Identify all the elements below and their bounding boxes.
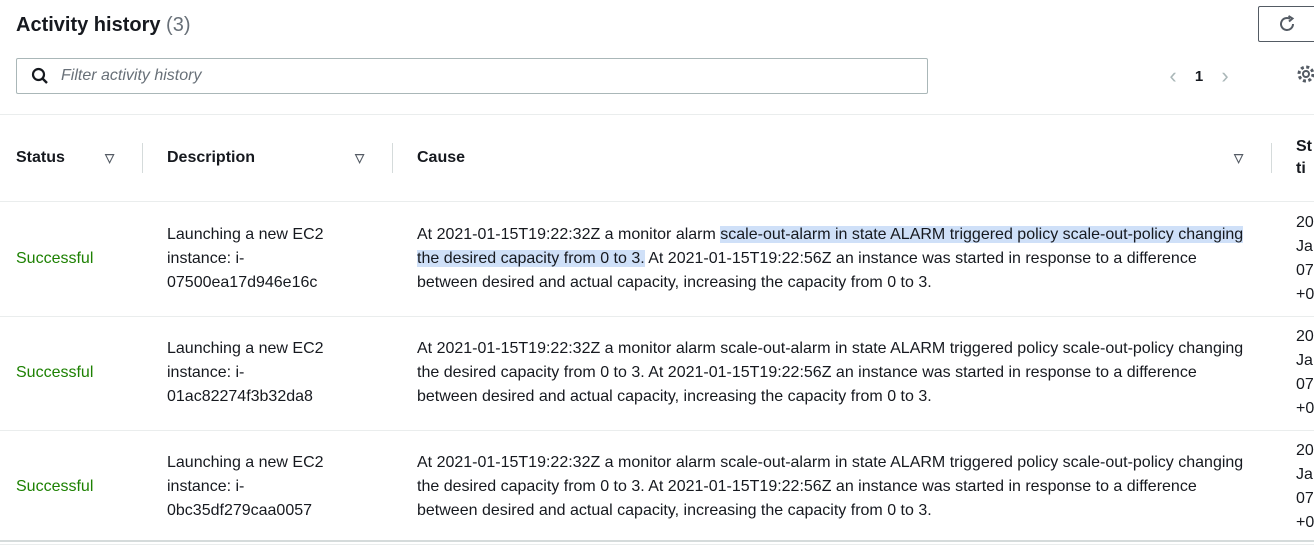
start-time-line: Ja <box>1296 352 1313 369</box>
gear-icon <box>1297 65 1314 83</box>
column-header-start-time[interactable]: St ti <box>1296 115 1314 201</box>
title-count: (3) <box>166 14 191 36</box>
start-time-line: Ja <box>1296 238 1313 255</box>
sort-down-icon[interactable]: ▽ <box>355 151 364 165</box>
column-label: Description <box>167 149 256 166</box>
start-time-line: 07 <box>1296 262 1314 279</box>
cause-text-part: At 2021-01-15T19:22:32Z a monitor alarm … <box>417 340 1244 405</box>
description-text: Launching a new EC2 instance: i-0bc35df2… <box>167 454 324 519</box>
column-label: Cause <box>417 149 466 166</box>
cause-text: At 2021-01-15T19:22:32Z a monitor alarm … <box>417 337 1247 409</box>
start-time-line: 07 <box>1296 376 1314 393</box>
start-time-line: +0 <box>1296 400 1314 417</box>
prev-page-icon[interactable]: ‹ <box>1160 63 1186 89</box>
pagination: ‹ 1 › <box>1160 62 1238 90</box>
column-header-description[interactable]: Description ▽ <box>167 115 364 201</box>
table-row[interactable]: Successful Launching a new EC2 instance:… <box>0 316 1314 431</box>
cause-text: At 2021-01-15T19:22:32Z a monitor alarm … <box>417 451 1247 523</box>
search-box[interactable] <box>16 58 928 94</box>
settings-button[interactable] <box>1294 62 1314 90</box>
refresh-icon <box>1280 15 1295 31</box>
start-time-line: Ja <box>1296 466 1313 483</box>
column-divider[interactable] <box>392 143 393 173</box>
search-icon <box>31 67 48 84</box>
column-header-status[interactable]: Status ▽ <box>16 115 114 201</box>
start-time-line: 20 <box>1296 328 1314 345</box>
column-divider[interactable] <box>1271 143 1272 173</box>
table-row[interactable]: Successful Launching a new EC2 instance:… <box>0 202 1314 317</box>
cause-text-part: At 2021-01-15T19:22:32Z a monitor alarm <box>417 226 721 243</box>
sort-down-icon[interactable]: ▽ <box>105 151 114 165</box>
start-time-line: 20 <box>1296 214 1314 231</box>
table-bottom-border <box>0 540 1314 542</box>
start-time-text: 20 Ja 07 +0 <box>1296 325 1314 421</box>
search-input[interactable] <box>59 66 863 86</box>
column-label: Status <box>16 149 65 166</box>
start-time-text: 20 Ja 07 +0 <box>1296 211 1314 307</box>
status-text: Successful <box>16 364 94 381</box>
refresh-button[interactable] <box>1258 6 1314 42</box>
start-time-line: 07 <box>1296 490 1314 507</box>
start-time-line: 20 <box>1296 442 1314 459</box>
status-text: Successful <box>16 478 94 495</box>
start-time-line: +0 <box>1296 514 1314 531</box>
page-title: Activity history (3) <box>16 14 191 37</box>
status-text: Successful <box>16 250 94 267</box>
page-number[interactable]: 1 <box>1186 68 1212 85</box>
cause-text-part: At 2021-01-15T19:22:32Z a monitor alarm … <box>417 454 1244 519</box>
sort-down-icon[interactable]: ▽ <box>1234 151 1243 165</box>
next-page-icon[interactable]: › <box>1212 63 1238 89</box>
column-header-cause[interactable]: Cause ▽ <box>417 115 1243 201</box>
title-text: Activity history <box>16 14 161 36</box>
column-divider[interactable] <box>142 143 143 173</box>
description-text: Launching a new EC2 instance: i-07500ea1… <box>167 226 324 291</box>
start-time-text: 20 Ja 07 +0 <box>1296 439 1314 535</box>
table-header: Status ▽ Description ▽ Cause ▽ St ti <box>0 115 1314 202</box>
column-label: St ti <box>1296 138 1312 177</box>
table-row[interactable]: Successful Launching a new EC2 instance:… <box>0 430 1314 545</box>
cause-text: At 2021-01-15T19:22:32Z a monitor alarm … <box>417 223 1247 295</box>
description-text: Launching a new EC2 instance: i-01ac8227… <box>167 340 324 405</box>
start-time-line: +0 <box>1296 286 1314 303</box>
